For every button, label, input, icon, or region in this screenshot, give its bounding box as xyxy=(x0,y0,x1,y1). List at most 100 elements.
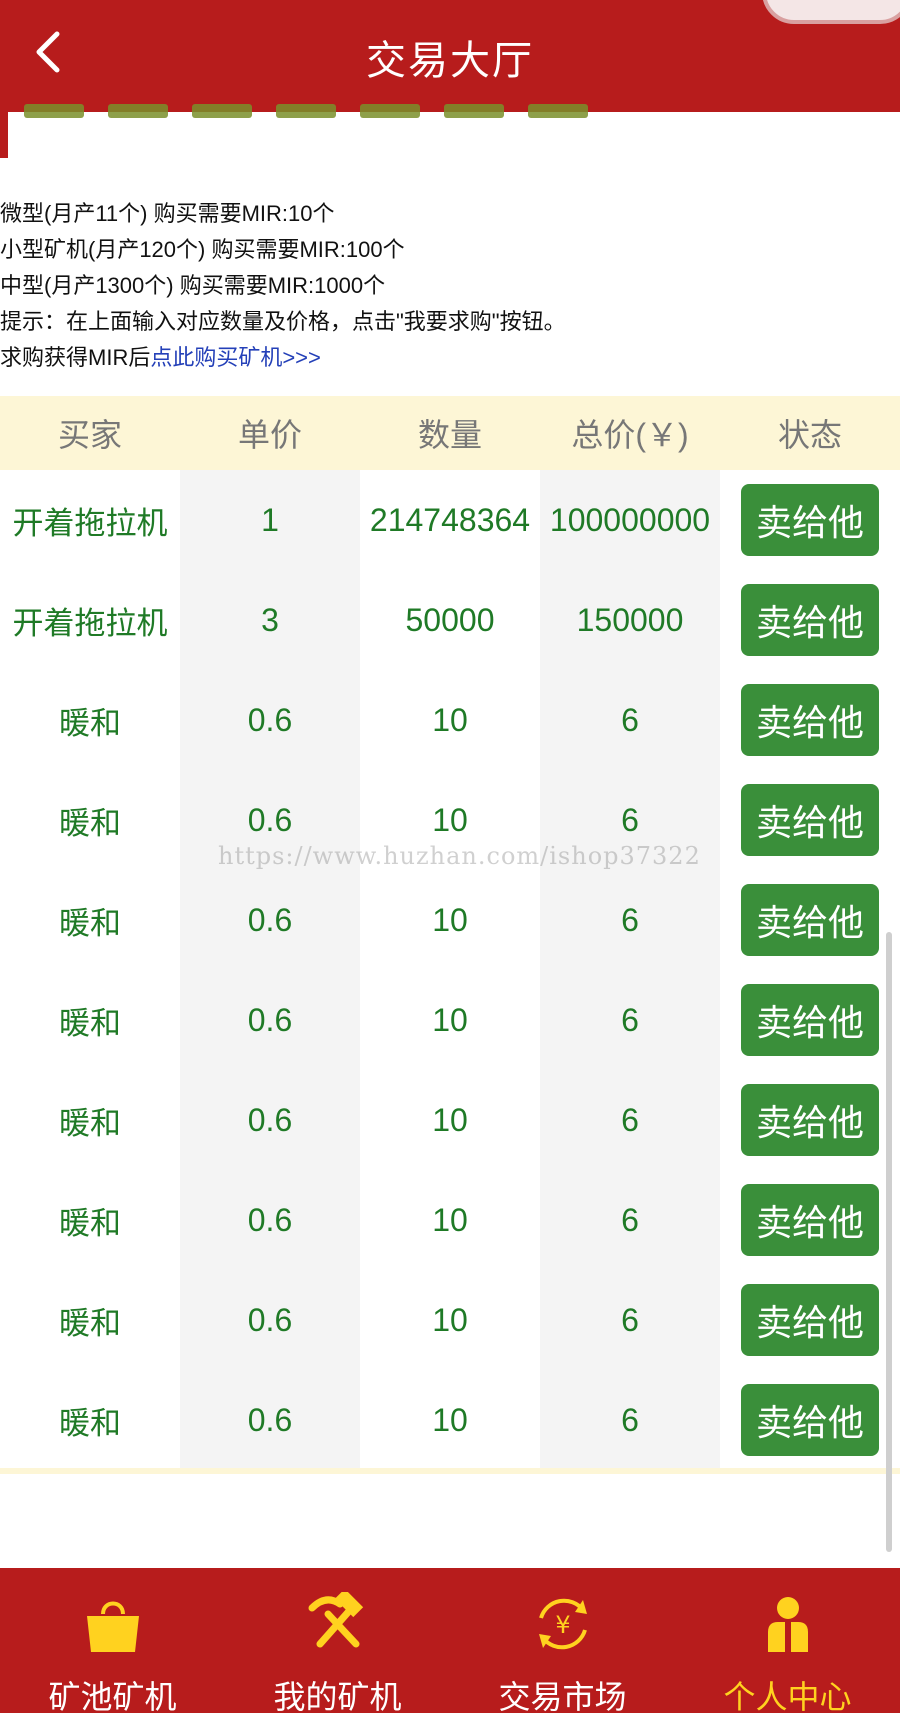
price-cell: 0.6 xyxy=(247,801,293,838)
clipped-notice xyxy=(24,92,724,122)
tip-line: 提示：在上面输入对应数量及价格，点击"我要求购"按钮。 xyxy=(0,309,566,334)
buyer-cell: 暖和 xyxy=(59,1205,121,1241)
column-header-quantity: 数量 xyxy=(417,417,482,453)
price-cell: 0.6 xyxy=(247,1301,293,1338)
column-header-status: 状态 xyxy=(777,417,842,453)
sell-to-buyer-button[interactable]: 卖给他 xyxy=(741,1084,879,1156)
buyer-cell: 暖和 xyxy=(59,705,121,741)
buyer-cell: 开着拖拉机 xyxy=(12,505,168,541)
quantity-cell: 10 xyxy=(432,801,468,838)
sell-to-buyer-button[interactable]: 卖给他 xyxy=(741,884,879,956)
buyer-cell: 暖和 xyxy=(59,1105,121,1141)
table-row: 开着拖拉机 1 214748364 100000000 卖给他 xyxy=(0,470,900,570)
status-cell: 卖给他 xyxy=(720,784,900,856)
buyer-cell: 暖和 xyxy=(59,1405,121,1441)
sell-to-buyer-button[interactable]: 卖给他 xyxy=(741,1184,879,1256)
status-cell: 卖给他 xyxy=(720,884,900,956)
quantity-cell: 10 xyxy=(432,1301,468,1338)
info-line: 小型矿机(月产120个) 购买需要MIR:100个 xyxy=(0,237,405,262)
tab-trading-market[interactable]: ¥ 交易市场 xyxy=(450,1568,675,1713)
sell-to-buyer-button[interactable]: 卖给他 xyxy=(741,684,879,756)
column-header-price: 单价 xyxy=(237,417,302,453)
table-row: 暖和 0.6 10 6 卖给他 xyxy=(0,1170,900,1270)
table-row: 开着拖拉机 3 50000 150000 卖给他 xyxy=(0,570,900,670)
total-cell: 6 xyxy=(621,1401,639,1438)
price-cell: 1 xyxy=(261,501,279,538)
tab-pool-machines[interactable]: 矿池矿机 xyxy=(0,1568,225,1713)
price-cell: 0.6 xyxy=(247,1001,293,1038)
tab-label: 个人中心 xyxy=(723,1679,852,1713)
quantity-cell: 10 xyxy=(432,1101,468,1138)
corner-badge xyxy=(762,0,900,24)
total-cell: 6 xyxy=(621,1301,639,1338)
table-row: 暖和 0.6 10 6 卖给他 xyxy=(0,870,900,970)
status-cell: 卖给他 xyxy=(720,484,900,556)
total-cell: 6 xyxy=(621,701,639,738)
buy-machine-link[interactable]: 点此购买矿机>>> xyxy=(150,345,321,370)
buy-orders-table: 开着拖拉机 1 214748364 100000000 卖给他 开着拖拉机 3 50000 15… xyxy=(0,470,900,1470)
status-cell: 卖给他 xyxy=(720,984,900,1056)
price-cell: 0.6 xyxy=(247,901,293,938)
scrollbar[interactable] xyxy=(886,932,892,1552)
quantity-cell: 10 xyxy=(432,1401,468,1438)
status-cell: 卖给他 xyxy=(720,684,900,756)
shopping-bag-icon xyxy=(86,1601,139,1652)
hammer-pickaxe-icon xyxy=(308,1592,363,1648)
sell-to-buyer-button[interactable]: 卖给他 xyxy=(741,784,879,856)
price-cell: 0.6 xyxy=(247,1101,293,1138)
tab-label: 矿池矿机 xyxy=(48,1679,177,1713)
status-cell: 卖给他 xyxy=(720,1384,900,1456)
total-cell: 6 xyxy=(621,901,639,938)
sell-to-buyer-button[interactable]: 卖给他 xyxy=(741,984,879,1056)
total-cell: 100000000 xyxy=(549,501,711,538)
status-cell: 卖给他 xyxy=(720,1284,900,1356)
status-cell: 卖给他 xyxy=(720,1184,900,1256)
buyer-cell: 暖和 xyxy=(59,1005,121,1041)
table-row: 暖和 0.6 10 6 卖给他 xyxy=(0,1070,900,1170)
svg-text:¥: ¥ xyxy=(555,1611,570,1639)
sell-to-buyer-button[interactable]: 卖给他 xyxy=(741,584,879,656)
left-accent-bar xyxy=(0,112,8,158)
quantity-cell: 10 xyxy=(432,1001,468,1038)
buyer-cell: 开着拖拉机 xyxy=(12,605,168,641)
quantity-cell: 10 xyxy=(432,701,468,738)
status-cell: 卖给他 xyxy=(720,584,900,656)
watermark-text: https://www.huzhan.com/ishop37322 xyxy=(218,842,701,870)
total-cell: 150000 xyxy=(576,601,684,638)
sell-to-buyer-button[interactable]: 卖给他 xyxy=(741,1284,879,1356)
person-icon xyxy=(767,1597,808,1652)
table-row: 暖和 0.6 10 6 卖给他 xyxy=(0,1370,900,1470)
tab-my-machines[interactable]: 我的矿机 xyxy=(225,1568,450,1713)
total-cell: 6 xyxy=(621,801,639,838)
table-row: 暖和 0.6 10 6 卖给他 xyxy=(0,1270,900,1370)
quantity-cell: 50000 xyxy=(405,601,495,638)
sell-to-buyer-button[interactable]: 卖给他 xyxy=(741,1384,879,1456)
info-line: 微型(月产11个) 购买需要MIR:10个 xyxy=(0,201,335,226)
table-row: 暖和 0.6 10 6 卖给他 xyxy=(0,970,900,1070)
column-header-buyer: 买家 xyxy=(57,417,122,453)
buyer-cell: 暖和 xyxy=(59,1305,121,1341)
table-row: 暖和 0.6 10 6 卖给他 xyxy=(0,670,900,770)
buyer-cell: 暖和 xyxy=(59,805,121,841)
total-cell: 6 xyxy=(621,1101,639,1138)
total-cell: 6 xyxy=(621,1201,639,1238)
quantity-cell: 10 xyxy=(432,901,468,938)
buy-prefix: 求购获得MIR后 xyxy=(0,345,151,370)
buyer-cell: 暖和 xyxy=(59,905,121,941)
price-cell: 0.6 xyxy=(247,701,293,738)
quantity-cell: 10 xyxy=(432,1201,468,1238)
bottom-tab-bar: 矿池矿机 我的矿机 ¥ 交易市场 个人中心 xyxy=(0,1568,900,1713)
tab-label: 我的矿机 xyxy=(273,1679,402,1713)
buy-line: 求购获得MIR后点此购买矿机>>> xyxy=(0,340,900,376)
price-cell: 3 xyxy=(261,601,279,638)
column-header-total: 总价(￥) xyxy=(571,417,689,453)
page-title: 交易大厅 xyxy=(366,38,534,84)
table-header: 买家 单价 数量 总价(￥) 状态 xyxy=(0,396,900,470)
table-footer xyxy=(0,1468,900,1474)
quantity-cell: 214748364 xyxy=(369,501,531,538)
yuan-exchange-icon: ¥ xyxy=(538,1598,587,1650)
sell-to-buyer-button[interactable]: 卖给他 xyxy=(741,484,879,556)
tab-personal-center[interactable]: 个人中心 xyxy=(675,1568,900,1713)
tab-label: 交易市场 xyxy=(498,1679,627,1713)
price-cell: 0.6 xyxy=(247,1401,293,1438)
